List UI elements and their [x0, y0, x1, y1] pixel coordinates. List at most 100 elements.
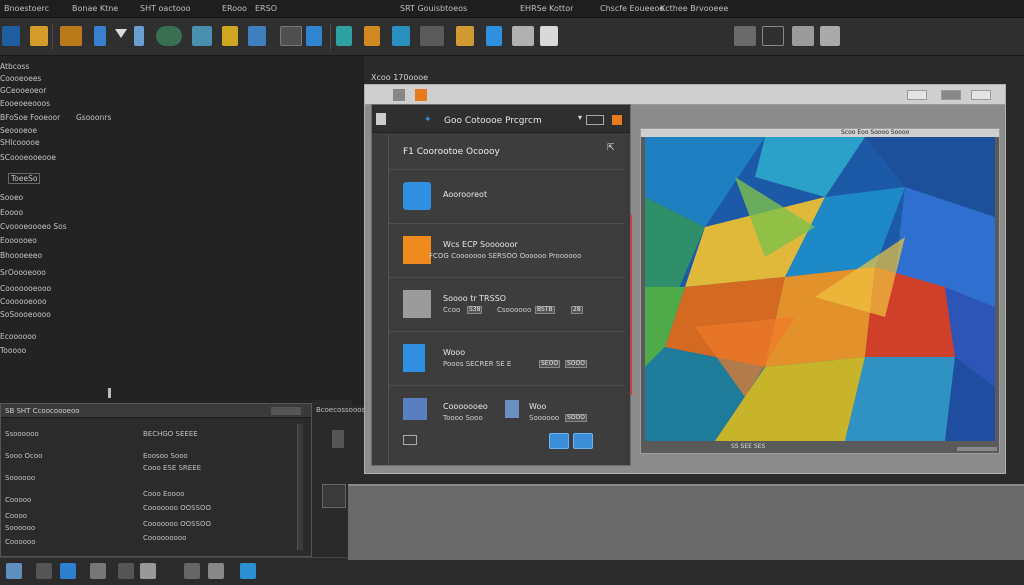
list-item[interactable]: SCoooeooeooe: [0, 153, 56, 162]
table-cell: Cooooooo OOSSOO: [143, 504, 212, 512]
value-field[interactable]: SOOO: [565, 414, 587, 422]
keyboard-icon[interactable]: [403, 435, 417, 445]
landscape-icon[interactable]: [156, 26, 182, 46]
app-icon[interactable]: [2, 26, 20, 46]
dialog-title: Goo Cotoooe Prcgrcm: [444, 116, 542, 126]
close-icon[interactable]: [271, 407, 301, 415]
back-button[interactable]: [549, 433, 569, 449]
list-item[interactable]: SrOoooeooo: [0, 268, 46, 277]
list-item[interactable]: Coooooeooo: [0, 297, 47, 306]
menu-item-5[interactable]: ERSO: [255, 4, 277, 13]
list-item[interactable]: GCeooeoeor: [0, 86, 46, 95]
tool-icon[interactable]: [118, 563, 134, 579]
menu-item-7[interactable]: EHRSe Kottor: [520, 4, 573, 13]
zoom-slider[interactable]: [957, 447, 997, 451]
folder-icon[interactable]: [30, 26, 48, 46]
lower-canvas: [348, 484, 1024, 560]
chart-icon[interactable]: [364, 26, 380, 46]
option-extra: Woo: [529, 402, 547, 411]
clipboard-icon[interactable]: [540, 26, 558, 46]
usb-icon[interactable]: [762, 26, 784, 46]
layers-icon[interactable]: [222, 26, 238, 46]
app-icon[interactable]: [60, 563, 76, 579]
film-icon[interactable]: [60, 26, 82, 46]
scrollbar[interactable]: [297, 424, 303, 550]
list-item[interactable]: Bhoooeeeo: [0, 251, 42, 260]
avatar-icon[interactable]: [734, 26, 756, 46]
scroll-handle[interactable]: [108, 388, 111, 398]
list-item[interactable]: Eoooo: [0, 208, 23, 217]
minimize-button[interactable]: [907, 90, 927, 100]
main-window-title: Xcoo 170oooe: [371, 73, 429, 82]
list-item[interactable]: SHlcooooe: [0, 138, 40, 147]
option-row[interactable]: Aoorooreot: [389, 169, 625, 223]
option-row[interactable]: Wcs ECP Soooooor FCOG Cooooooo SERSOO Oo…: [389, 223, 625, 277]
box-icon[interactable]: [512, 26, 534, 46]
list-item[interactable]: Ecoooooo: [0, 332, 36, 341]
brush-icon[interactable]: [134, 26, 144, 46]
terminal-icon[interactable]: [336, 26, 352, 46]
file-icon[interactable]: [332, 430, 344, 448]
maximize-button[interactable]: [941, 90, 961, 100]
value-field[interactable]: 28: [571, 306, 583, 314]
menu-item-8[interactable]: Chscfe Eoueeoe: [600, 4, 664, 13]
window-icon[interactable]: [240, 563, 256, 579]
value-field[interactable]: BSTB: [535, 306, 555, 314]
value-field[interactable]: SEOO: [539, 360, 561, 368]
tool-icon[interactable]: [184, 563, 200, 579]
list-item[interactable]: Seoooeoe: [0, 126, 37, 135]
option-title: Wcs ECP Soooooor: [443, 240, 518, 249]
window-icon[interactable]: [392, 26, 410, 46]
value-field[interactable]: SOOO: [565, 360, 587, 368]
table-cell: Cooooo: [5, 496, 32, 504]
option-row[interactable]: Soooo tr TRSSO Ccoo S38 Csoooooo BSTB 28: [389, 277, 625, 331]
image-icon[interactable]: [192, 26, 212, 46]
chevron-down-icon[interactable]: ▾: [578, 113, 582, 122]
list-item[interactable]: SoSoooeoooo: [0, 310, 51, 319]
cursor-icon[interactable]: [114, 26, 128, 46]
option-row[interactable]: Cooooooeo Toooo Sooo Woo Soooooo SOOO: [389, 385, 625, 439]
list-item[interactable]: Eoooooeo: [0, 236, 37, 245]
value-field[interactable]: S38: [467, 306, 483, 314]
list-item[interactable]: Cooooooeooo: [0, 284, 51, 293]
list-item[interactable]: ToeeSo: [8, 173, 41, 184]
list-item[interactable]: Gsooonrs: [76, 113, 111, 122]
next-button[interactable]: [573, 433, 593, 449]
close-button[interactable]: [971, 90, 991, 100]
close-button[interactable]: [612, 115, 622, 125]
scanner-icon[interactable]: [792, 26, 814, 46]
print-icon[interactable]: [820, 26, 840, 46]
files-icon[interactable]: [36, 563, 52, 579]
menu-item-4[interactable]: ERooo: [222, 4, 247, 13]
cursor-icon[interactable]: ⇱: [607, 143, 615, 153]
list-item[interactable]: Cvoooeoooeo Sos: [0, 222, 67, 231]
menu-item-9[interactable]: Kcthee Brvooeee: [660, 4, 728, 13]
list-item[interactable]: Atbcoss: [0, 62, 29, 71]
camera-icon[interactable]: [90, 563, 106, 579]
tag-icon[interactable]: [456, 26, 474, 46]
dialog-scrollbar[interactable]: [630, 215, 632, 395]
list-item[interactable]: BFoSoe Fooeoor: [0, 113, 60, 122]
list-item[interactable]: Coooeoees: [0, 74, 41, 83]
thumbnail-icon[interactable]: [322, 484, 346, 508]
phone-icon[interactable]: [94, 26, 106, 46]
menu-item-1[interactable]: Bnoestoerc: [4, 4, 49, 13]
image-icon[interactable]: [140, 563, 156, 579]
device-icon[interactable]: [306, 26, 322, 46]
option-desc: Ccoo: [443, 306, 461, 314]
globe-icon[interactable]: [248, 26, 266, 46]
info-icon[interactable]: [486, 26, 502, 46]
tool-icon[interactable]: [208, 563, 224, 579]
option-row[interactable]: Wooo Pooos SECRER SE E SEOO SOOO: [389, 331, 625, 385]
list-item[interactable]: Sooeo: [0, 193, 23, 202]
start-icon[interactable]: [6, 563, 22, 579]
preview-image[interactable]: [645, 137, 995, 441]
monitor-icon[interactable]: [280, 26, 302, 46]
menu-item-2[interactable]: Bonae Ktne: [72, 4, 118, 13]
menu-item-6[interactable]: SRT Gouisbtoeos: [400, 4, 467, 13]
menu-item-3[interactable]: SHT oactooo: [140, 4, 191, 13]
restore-button[interactable]: [586, 115, 604, 125]
tools-icon[interactable]: [420, 26, 444, 46]
list-item[interactable]: Eooeoeeooos: [0, 99, 50, 108]
list-item[interactable]: Tooooo: [0, 346, 26, 355]
